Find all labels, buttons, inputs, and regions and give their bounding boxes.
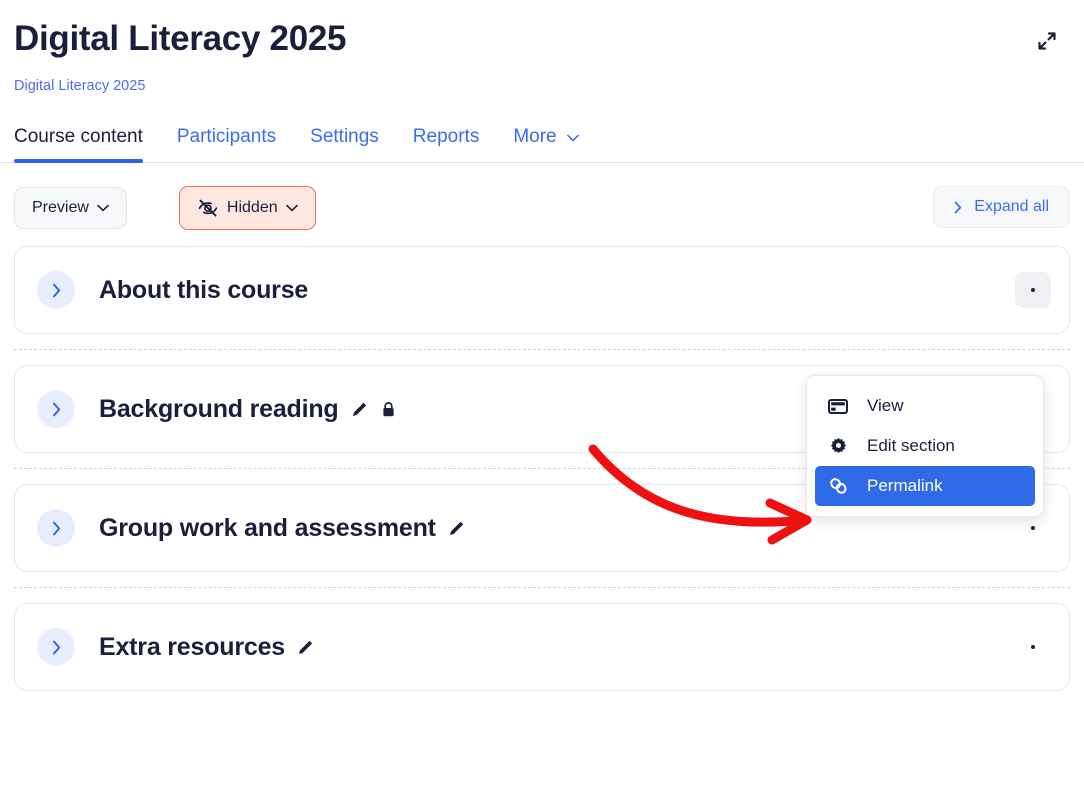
section-title: Group work and assessment: [99, 514, 465, 543]
menu-item-label: Permalink: [867, 476, 943, 495]
breadcrumb[interactable]: Digital Literacy 2025: [14, 60, 145, 96]
chevron-down-icon: [285, 204, 298, 212]
preview-button-label: Preview: [32, 199, 89, 216]
chevron-right-icon: [954, 201, 962, 214]
section-divider: [14, 349, 1070, 350]
section-card-about-this-course[interactable]: About this course: [14, 246, 1070, 334]
menu-item-view[interactable]: View: [815, 386, 1035, 426]
section-title-text: About this course: [99, 275, 309, 304]
section-title: About this course: [99, 276, 308, 305]
chevron-right-icon[interactable]: [37, 509, 75, 547]
tab-label: Course content: [14, 126, 143, 147]
page-title: Digital Literacy 2025: [14, 19, 347, 58]
expand-diagonal-icon[interactable]: [1032, 26, 1062, 56]
section-title: Background reading: [99, 395, 396, 424]
section-context-menu: View Edit section Permalink: [806, 375, 1044, 517]
lock-icon: [381, 401, 396, 418]
section-menu-button[interactable]: [1015, 629, 1051, 665]
section-title-text: Background reading: [99, 394, 339, 423]
chevron-right-icon[interactable]: [37, 390, 75, 428]
page-header: Digital Literacy 2025 Digital Literacy 2…: [0, 0, 1084, 96]
menu-item-edit-section[interactable]: Edit section: [815, 426, 1035, 466]
section-title-text: Group work and assessment: [99, 513, 436, 542]
tab-label: More: [513, 126, 557, 147]
course-toolbar: Preview Hidden Expand all: [0, 163, 1084, 230]
chevron-down-icon: [567, 126, 579, 148]
tab-label: Settings: [310, 126, 379, 147]
pencil-icon[interactable]: [351, 401, 368, 418]
course-tabs: Course content Participants Settings Rep…: [0, 116, 1084, 163]
menu-item-label: View: [867, 396, 904, 415]
tab-more[interactable]: More: [513, 116, 579, 162]
section-title: Extra resources: [99, 633, 314, 662]
tab-label: Reports: [412, 126, 480, 147]
tab-participants[interactable]: Participants: [177, 116, 276, 162]
menu-item-label: Edit section: [867, 436, 955, 455]
link-chain-icon: [827, 477, 849, 495]
tab-settings[interactable]: Settings: [310, 116, 379, 162]
eye-slash-icon: [197, 198, 219, 218]
expand-all-label: Expand all: [974, 198, 1049, 215]
pencil-icon[interactable]: [448, 520, 465, 537]
pencil-icon[interactable]: [297, 639, 314, 656]
card-view-icon: [827, 398, 849, 415]
menu-item-permalink[interactable]: Permalink: [815, 466, 1035, 506]
section-menu-button[interactable]: [1015, 272, 1051, 308]
gear-icon: [827, 437, 849, 456]
chevron-right-icon[interactable]: [37, 628, 75, 666]
course-page: Digital Literacy 2025 Digital Literacy 2…: [0, 0, 1084, 800]
chevron-down-icon: [97, 204, 109, 212]
section-title-text: Extra resources: [99, 632, 286, 661]
tab-course-content[interactable]: Course content: [14, 116, 143, 163]
preview-button[interactable]: Preview: [14, 187, 127, 229]
tab-label: Participants: [176, 126, 277, 147]
section-divider: [14, 587, 1070, 588]
section-card-extra-resources[interactable]: Extra resources: [14, 603, 1070, 691]
hidden-button-label: Hidden: [226, 199, 278, 216]
hidden-button[interactable]: Hidden: [178, 186, 316, 230]
expand-all-button[interactable]: Expand all: [933, 186, 1070, 228]
tab-reports[interactable]: Reports: [413, 116, 480, 162]
chevron-right-icon[interactable]: [37, 271, 75, 309]
